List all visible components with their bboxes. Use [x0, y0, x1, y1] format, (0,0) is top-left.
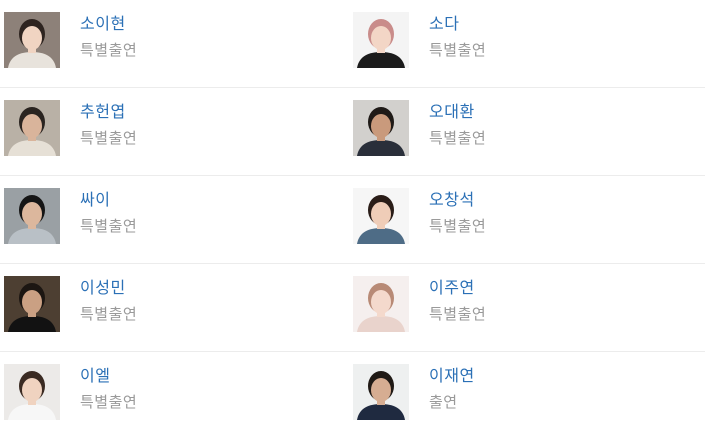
cast-item-psy[interactable]: 싸이 특별출연: [4, 188, 137, 244]
cast-info: 추헌엽 특별출연: [80, 102, 137, 147]
cast-row: 추헌엽 특별출연 오대환 특별출연: [0, 88, 705, 176]
cast-photo[interactable]: [353, 364, 409, 420]
cast-info: 오대환 특별출연: [429, 102, 486, 147]
cast-role: 특별출연: [80, 217, 138, 235]
cast-role: 특별출연: [80, 41, 138, 59]
portrait-image: [4, 100, 60, 156]
cast-photo[interactable]: [353, 276, 409, 332]
cast-photo[interactable]: [4, 100, 60, 156]
portrait-image: [4, 364, 60, 420]
cast-role: 특별출연: [80, 393, 138, 411]
cast-role: 특별출연: [80, 129, 138, 147]
cast-info: 소다 특별출연: [429, 14, 486, 59]
cast-photo[interactable]: [4, 12, 60, 68]
portrait-image: [4, 188, 60, 244]
cast-item-odaehwan[interactable]: 오대환 특별출연: [353, 100, 486, 156]
cast-name[interactable]: 소다: [429, 14, 486, 34]
cast-item-leesungmin[interactable]: 이성민 특별출연: [4, 276, 137, 332]
cast-item-leeel[interactable]: 이엘 특별출연: [4, 364, 137, 420]
cast-info: 오창석 특별출연: [429, 190, 486, 235]
cast-info: 이성민 특별출연: [80, 278, 137, 323]
cast-photo[interactable]: [353, 12, 409, 68]
portrait-image: [4, 276, 60, 332]
cast-row: 싸이 특별출연 오창석 특별출연: [0, 176, 705, 264]
cast-photo[interactable]: [353, 100, 409, 156]
cast-name[interactable]: 이재연: [429, 366, 475, 386]
cast-role: 특별출연: [429, 217, 487, 235]
portrait-image: [353, 364, 409, 420]
portrait-image: [353, 188, 409, 244]
cast-photo[interactable]: [353, 188, 409, 244]
cast-role: 출연: [429, 393, 458, 411]
cast-role: 특별출연: [429, 41, 487, 59]
cast-name[interactable]: 이엘: [80, 366, 137, 386]
cast-info: 이엘 특별출연: [80, 366, 137, 411]
cast-list: 소이현 특별출연 소다 특별출연 추헌엽 특별출연 오대환 특별출연 싸이 특별…: [0, 0, 705, 447]
cast-name[interactable]: 이성민: [80, 278, 137, 298]
cast-item-soyihyun[interactable]: 소이현 특별출연: [4, 12, 137, 68]
cast-row: 이성민 특별출연 이주연 특별출연: [0, 264, 705, 352]
cast-photo[interactable]: [4, 364, 60, 420]
cast-info: 이재연 출연: [429, 366, 475, 411]
portrait-image: [353, 12, 409, 68]
cast-item-ochangseok[interactable]: 오창석 특별출연: [353, 188, 486, 244]
cast-item-soda[interactable]: 소다 특별출연: [353, 12, 486, 68]
cast-name[interactable]: 소이현: [80, 14, 137, 34]
cast-photo[interactable]: [4, 188, 60, 244]
cast-info: 소이현 특별출연: [80, 14, 137, 59]
cast-row: 소이현 특별출연 소다 특별출연: [0, 0, 705, 88]
cast-photo[interactable]: [4, 276, 60, 332]
cast-name[interactable]: 오창석: [429, 190, 486, 210]
cast-role: 특별출연: [429, 129, 487, 147]
cast-item-leejaeyeon[interactable]: 이재연 출연: [353, 364, 475, 420]
portrait-image: [353, 276, 409, 332]
cast-item-chuheonyeop[interactable]: 추헌엽 특별출연: [4, 100, 137, 156]
cast-info: 싸이 특별출연: [80, 190, 137, 235]
cast-role: 특별출연: [80, 305, 138, 323]
cast-item-leejuyeon[interactable]: 이주연 특별출연: [353, 276, 486, 332]
cast-name[interactable]: 오대환: [429, 102, 486, 122]
cast-row: 이엘 특별출연 이재연 출연: [0, 352, 705, 440]
cast-name[interactable]: 이주연: [429, 278, 486, 298]
portrait-image: [4, 12, 60, 68]
cast-info: 이주연 특별출연: [429, 278, 486, 323]
portrait-image: [353, 100, 409, 156]
cast-name[interactable]: 추헌엽: [80, 102, 137, 122]
cast-name[interactable]: 싸이: [80, 190, 137, 210]
cast-role: 특별출연: [429, 305, 487, 323]
